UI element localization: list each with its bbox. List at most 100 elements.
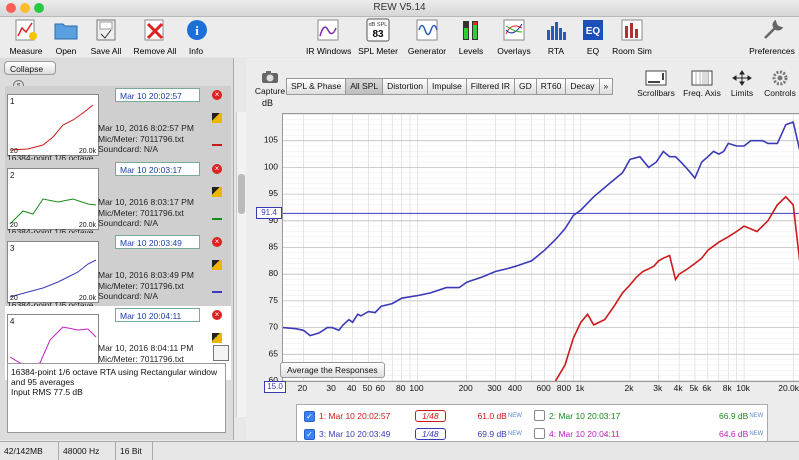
eq-icon: EQ [580, 18, 606, 42]
tab-gd[interactable]: GD [514, 78, 536, 95]
tab-spl-phase[interactable]: SPL & Phase [286, 78, 345, 95]
generator-button[interactable]: Generator [406, 18, 448, 56]
x-tick-label: 1k [575, 383, 585, 393]
collapse-button[interactable]: Collapse « [4, 61, 56, 75]
measurement-card[interactable]: 12020.0kMar 10 20:02:57Mar 10, 2016 8:02… [5, 86, 231, 160]
measurement-thumbnail[interactable]: 22020.0k [7, 168, 99, 230]
legend-label: 2: Mar 10 20:03:17 [549, 411, 645, 421]
y-tick-label: 65 [269, 348, 279, 358]
x-tick-label: 800 [557, 383, 571, 393]
scrollbars-label: Scrollbars [636, 88, 676, 98]
collapse-label: Collapse [10, 64, 43, 74]
open-button[interactable]: Open [50, 18, 82, 56]
tab-all-spl[interactable]: All SPL [345, 78, 382, 95]
delete-measurement-icon[interactable]: × [212, 90, 222, 100]
freq-axis-label: Freq. Axis [680, 88, 724, 98]
limits-button[interactable]: Limits [726, 70, 758, 98]
x-tick-label: 2k [624, 383, 634, 393]
measurement-thumbnail[interactable]: 32020.0k [7, 241, 99, 303]
x-tick-label: 8k [723, 383, 733, 393]
measurement-info-line-2: Mic/Meter: 7011796.txt [98, 281, 194, 292]
measurement-card[interactable]: 32020.0kMar 10 20:03:49Mar 10, 2016 8:03… [5, 233, 231, 307]
legend-item-3[interactable]: ✓3: Mar 10 20:03:491/4869.9 dBNEW [304, 428, 522, 440]
measurement-card[interactable]: 22020.0kMar 10 20:03:17Mar 10, 2016 8:03… [5, 160, 231, 234]
measurements-panel: Collapse « 12020.0k Mar 10 20:02:57 Mar 10… [0, 58, 234, 440]
scrollbar-thumb[interactable] [238, 174, 245, 214]
rta-icon [543, 18, 569, 42]
eq-button[interactable]: EQ EQ [580, 18, 606, 56]
ir-windows-label: IR Windows [306, 46, 350, 56]
panel-scrollbar[interactable] [236, 112, 246, 417]
legend-item-2[interactable]: 2: Mar 10 20:03:1766.9 dBNEW [534, 410, 763, 421]
trace-color-icon[interactable] [212, 134, 222, 146]
measurement-thumbnail[interactable]: 12020.0k [7, 94, 99, 156]
legend-checkbox[interactable]: ✓ [304, 429, 315, 440]
edit-measurement-icon[interactable] [212, 333, 222, 343]
graph-area: Capture SPL & PhaseAll SPLDistortionImpu… [246, 58, 799, 440]
notes-icon[interactable] [213, 345, 229, 361]
ir-windows-button[interactable]: IR Windows [306, 18, 350, 56]
trace-color-icon[interactable] [212, 208, 222, 220]
overlays-button[interactable]: Overlays [496, 18, 532, 56]
spl-graph[interactable] [282, 113, 799, 382]
edit-measurement-icon[interactable] [212, 113, 222, 123]
tab-more[interactable]: » [599, 78, 614, 95]
measurement-info-line-2: Mic/Meter: 7011796.txt [98, 208, 194, 219]
legend-item-1[interactable]: ✓1: Mar 10 20:02:571/4861.0 dBNEW [304, 410, 522, 422]
cursor-value: 91.4 [256, 207, 282, 219]
edit-measurement-icon[interactable] [212, 187, 222, 197]
info-button[interactable]: i Info [184, 18, 208, 56]
bit-depth-status: 16 Bit [116, 442, 153, 460]
delete-measurement-icon[interactable]: × [212, 164, 222, 174]
measurement-name-field[interactable]: Mar 10 20:03:17 [115, 162, 200, 176]
trace-legend: ✓1: Mar 10 20:02:571/4861.0 dBNEW 2: Mar … [296, 404, 768, 444]
scrollbars-button[interactable]: Scrollbars [636, 70, 676, 98]
average-responses-button[interactable]: Average the Responses [280, 362, 385, 378]
legend-checkbox[interactable]: ✓ [304, 411, 315, 422]
thumbnail-curve [8, 242, 98, 302]
camera-icon [261, 70, 279, 84]
measurement-name-field[interactable]: Mar 10 20:04:11 [115, 308, 200, 322]
tab-decay[interactable]: Decay [565, 78, 598, 95]
capture-button[interactable]: Capture [254, 70, 286, 96]
legend-value: 69.9 dB [478, 429, 507, 439]
legend-item-4[interactable]: 4: Mar 10 20:04:1164.6 dBNEW [534, 428, 763, 439]
delete-measurement-icon[interactable]: × [212, 310, 222, 320]
legend-checkbox[interactable] [534, 428, 545, 439]
controls-button[interactable]: Controls [762, 70, 798, 98]
edit-measurement-icon[interactable] [212, 260, 222, 270]
rta-button[interactable]: RTA [543, 18, 569, 56]
preferences-button[interactable]: Preferences [748, 18, 796, 56]
freq-axis-button[interactable]: Freq. Axis [680, 70, 724, 98]
delete-measurement-icon[interactable]: × [212, 237, 222, 247]
tab-distortion[interactable]: Distortion [382, 78, 427, 95]
preferences-label: Preferences [748, 46, 796, 56]
scrollbars-icon [645, 70, 667, 86]
remove-all-button[interactable]: Remove All [132, 18, 178, 56]
spl-meter-button[interactable]: dB SPL83 SPL Meter [356, 18, 400, 56]
save-all-button[interactable]: Save All [88, 18, 124, 56]
x-tick-label: 10k [736, 383, 750, 393]
eq-glyph: EQ [586, 26, 601, 37]
series-line-1 [283, 122, 799, 336]
spl-meter-unit: dB SPL [369, 22, 388, 28]
tab-impulse[interactable]: Impulse [427, 78, 466, 95]
x-tick-label: 40 [347, 383, 357, 393]
measurement-name-field[interactable]: Mar 10 20:03:49 [115, 235, 200, 249]
measurement-name-field[interactable]: Mar 10 20:02:57 [115, 88, 200, 102]
levels-button[interactable]: Levels [455, 18, 487, 56]
x-tick-label: 400 [508, 383, 522, 393]
rta-label: RTA [543, 46, 569, 56]
tab-rt60[interactable]: RT60 [536, 78, 566, 95]
x-axis: 2030405060801002003004006008001k2k3k4k5k… [282, 381, 799, 395]
trace-color-icon[interactable] [212, 281, 222, 293]
overlays-label: Overlays [496, 46, 532, 56]
legend-smoothing[interactable]: 1/48 [415, 428, 446, 440]
measure-button[interactable]: Measure [6, 18, 46, 56]
tab-filtered-ir[interactable]: Filtered IR [466, 78, 514, 95]
spl-meter-icon: dB SPL83 [365, 18, 391, 42]
description-line-3: Input RMS 77.5 dB [11, 387, 222, 397]
legend-smoothing[interactable]: 1/48 [415, 410, 446, 422]
legend-checkbox[interactable] [534, 410, 545, 421]
room-sim-button[interactable]: Room Sim [612, 18, 652, 56]
